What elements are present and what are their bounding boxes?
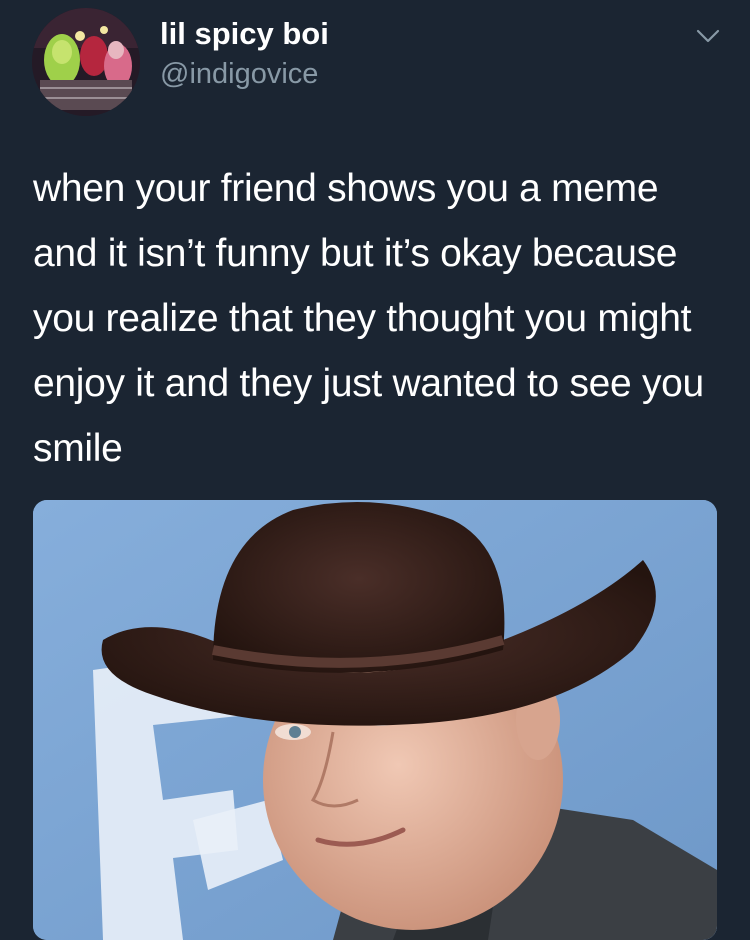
- tweet-card: lil spicy boi @indigovice when your frie…: [0, 0, 750, 940]
- tweet-text: when your friend shows you a meme and it…: [33, 167, 704, 470]
- chevron-down-icon[interactable]: [694, 26, 722, 46]
- avatar[interactable]: [32, 8, 140, 116]
- author-display-name[interactable]: lil spicy boi: [160, 16, 329, 52]
- tweet-image[interactable]: [33, 500, 717, 940]
- author-handle[interactable]: @indigovice: [160, 58, 318, 91]
